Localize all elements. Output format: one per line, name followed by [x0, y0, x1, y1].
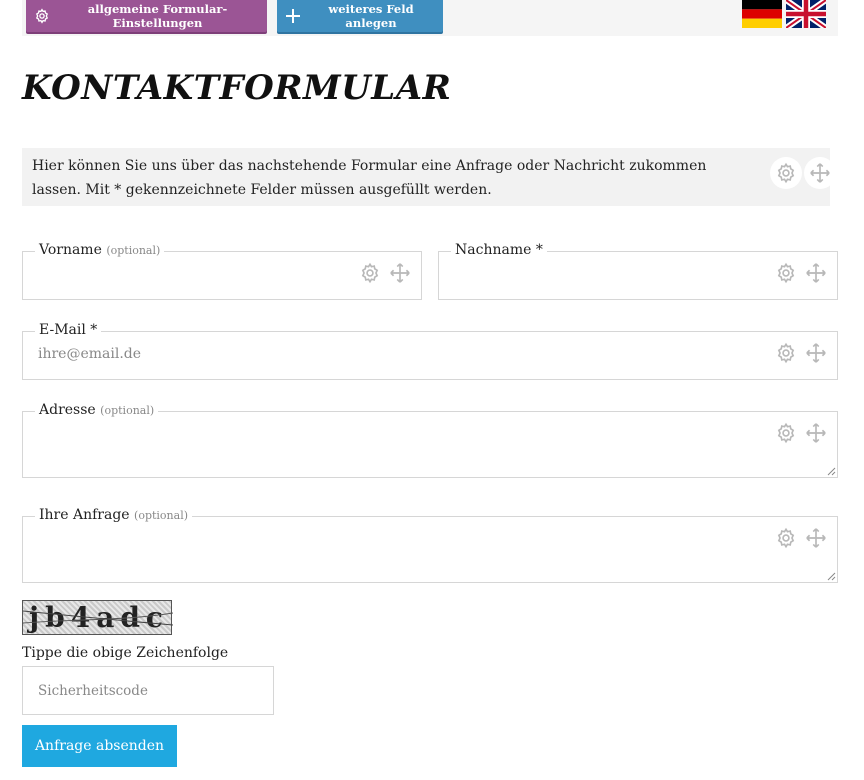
gear-icon[interactable]	[773, 340, 799, 366]
gear-icon	[34, 7, 50, 25]
move-icon[interactable]	[387, 260, 413, 286]
plus-icon	[285, 7, 301, 25]
vorname-label: Vorname (optional)	[35, 242, 165, 258]
add-field-label: weiteres Feld anlegen	[328, 2, 414, 30]
move-icon[interactable]	[804, 157, 836, 189]
email-field[interactable]: E-Mail * ihre@email.de	[22, 322, 838, 380]
move-icon[interactable]	[803, 260, 829, 286]
add-field-button[interactable]: weiteres Feld anlegen	[277, 0, 443, 32]
gear-icon[interactable]	[357, 260, 383, 286]
nachname-field[interactable]: Nachname *	[438, 242, 838, 300]
gear-icon[interactable]	[773, 260, 799, 286]
captcha-noise	[23, 610, 173, 626]
nachname-label: Nachname *	[451, 242, 547, 258]
vorname-field[interactable]: Vorname (optional)	[22, 242, 422, 300]
english-flag-icon[interactable]	[786, 0, 826, 28]
move-icon[interactable]	[803, 525, 829, 551]
email-placeholder: ihre@email.de	[38, 346, 142, 362]
adresse-textarea[interactable]: Adresse (optional)	[22, 402, 838, 478]
email-label: E-Mail *	[35, 322, 102, 338]
security-code-placeholder: Sicherheitscode	[38, 683, 148, 699]
gear-icon[interactable]	[773, 420, 799, 446]
form-settings-label: allgemeine Formular-Einstellungen	[87, 2, 228, 30]
move-icon[interactable]	[803, 420, 829, 446]
form-title: KONTAKTFORMULAR	[22, 68, 452, 108]
gear-icon[interactable]	[773, 525, 799, 551]
captcha-image: jb4adc	[22, 600, 173, 635]
german-flag-icon[interactable]	[742, 0, 782, 28]
resize-handle-icon[interactable]	[826, 571, 836, 581]
form-settings-button[interactable]: allgemeine Formular-Einstellungen	[26, 0, 267, 32]
submit-button[interactable]: Anfrage absenden	[22, 725, 177, 767]
move-icon[interactable]	[803, 340, 829, 366]
adresse-label: Adresse (optional)	[35, 402, 159, 418]
gear-icon[interactable]	[770, 157, 802, 189]
resize-handle-icon[interactable]	[826, 466, 836, 476]
captcha-label: Tippe die obige Zeichenfolge	[22, 645, 229, 661]
form-intro-text: Hier können Sie uns über das nachstehend…	[22, 148, 830, 206]
intro-tools	[770, 157, 836, 189]
security-code-input[interactable]: Sicherheitscode	[22, 666, 274, 715]
anfrage-label: Ihre Anfrage (optional)	[35, 507, 192, 523]
anfrage-textarea[interactable]: Ihre Anfrage (optional)	[22, 507, 838, 583]
editor-toolbar: allgemeine Formular-Einstellungen weiter…	[22, 0, 838, 36]
